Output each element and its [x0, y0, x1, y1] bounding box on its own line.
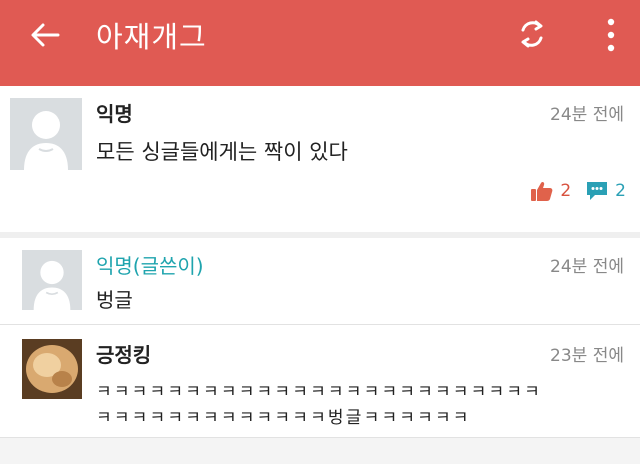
post-card: 익명 24분 전에 모든 싱글들에게는 짝이 있다 2 2: [0, 86, 640, 233]
comment-item: 익명(글쓴이) 24분 전에 벙글: [0, 238, 640, 325]
comment-author: 익명(글쓴이): [96, 254, 204, 278]
post-time: 24분 전에: [550, 105, 624, 125]
refresh-icon: [521, 20, 543, 48]
comment-item: 긍정킹 23분 전에 ㅋㅋㅋㅋㅋㅋㅋㅋㅋㅋㅋㅋㅋㅋㅋㅋㅋㅋㅋㅋㅋㅋㅋㅋㅋ ㅋㅋㅋ…: [0, 325, 640, 438]
post-body: 모든 싱글들에게는 짝이 있다: [96, 140, 348, 164]
comment-body-line-1: ㅋㅋㅋㅋㅋㅋㅋㅋㅋㅋㅋㅋㅋㅋㅋㅋㅋㅋㅋㅋㅋㅋㅋㅋㅋ: [96, 382, 542, 402]
back-button[interactable]: [28, 18, 62, 52]
comment-body: 벙글: [96, 288, 133, 312]
comment-time: 24분 전에: [550, 257, 624, 277]
avatar-photo: [22, 339, 82, 399]
post-author: 익명: [96, 102, 133, 126]
page-title: 아재개그: [96, 20, 207, 54]
refresh-button[interactable]: [514, 16, 550, 52]
like-button[interactable]: 2: [530, 180, 579, 202]
chat-bubble-icon: [587, 182, 608, 200]
comment-count: 2: [615, 181, 626, 201]
avatar: [22, 250, 82, 310]
like-count: 2: [560, 181, 572, 201]
default-avatar-icon: [22, 250, 82, 310]
comment-author: 긍정킹: [96, 343, 152, 367]
thumbs-up-icon: [531, 181, 553, 201]
profile-photo-icon: [22, 339, 82, 399]
more-vert-icon: [607, 18, 615, 52]
avatar: [10, 98, 82, 170]
default-avatar-icon: [10, 98, 82, 170]
post-actions: 2 2: [530, 180, 626, 202]
app-bar: 아재개그: [0, 0, 640, 86]
arrow-left-icon: [31, 23, 60, 47]
more-options-button[interactable]: [598, 16, 624, 54]
comment-body-line-2: ㅋㅋㅋㅋㅋㅋㅋㅋㅋㅋㅋㅋㅋ벙글ㅋㅋㅋㅋㅋㅋ: [96, 408, 471, 428]
comment-button[interactable]: 2: [585, 180, 626, 202]
comment-time: 23분 전에: [550, 346, 624, 366]
list-footer: [0, 438, 640, 464]
